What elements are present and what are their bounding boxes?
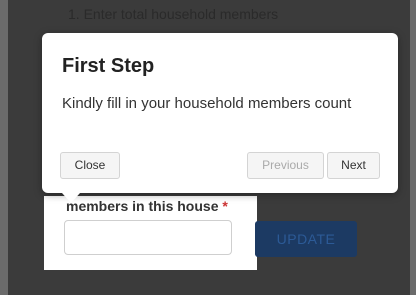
popover-arrow [62, 193, 80, 203]
next-button[interactable]: Next [327, 152, 380, 179]
required-mark: * [222, 198, 228, 214]
members-label-text: members in this house [66, 198, 219, 214]
popover-content: Kindly fill in your household members co… [62, 95, 352, 112]
tour-popover: First Step Kindly fill in your household… [42, 33, 398, 203]
update-button[interactable]: UPDATE [255, 221, 357, 257]
members-count-input[interactable] [64, 220, 232, 255]
popover-title: First Step [62, 55, 155, 77]
step-instruction: 1. Enter total household members [68, 6, 279, 22]
members-field-label: members in this house * [66, 198, 228, 214]
previous-button[interactable]: Previous [247, 152, 324, 179]
close-button[interactable]: Close [60, 152, 120, 179]
